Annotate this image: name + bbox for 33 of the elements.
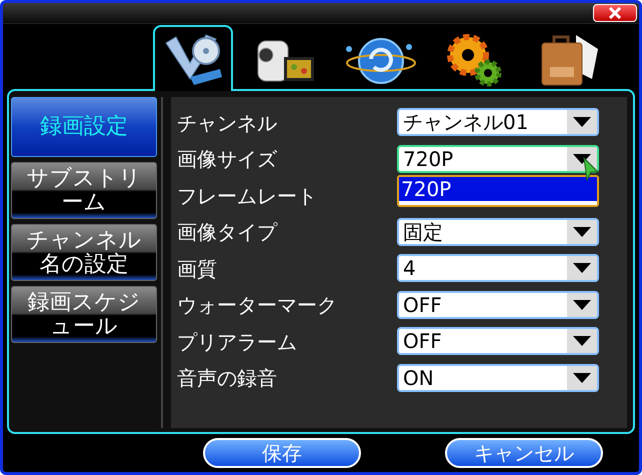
dropdown-field[interactable]: 固定 bbox=[397, 218, 599, 246]
dropdown-field[interactable]: OFF bbox=[397, 290, 599, 319]
setting-label: ウォーターマーク bbox=[177, 292, 337, 320]
dropdown-field[interactable]: チャンネル01 bbox=[397, 108, 599, 136]
menu-tab[interactable] bbox=[153, 25, 233, 91]
setting-label: 画像タイプ bbox=[177, 219, 277, 246]
dropdown-arrow-icon bbox=[573, 117, 591, 128]
setting-label: 音声の録音 bbox=[177, 365, 277, 392]
dropdown-arrow-icon bbox=[573, 154, 591, 164]
dropdown-arrow-icon bbox=[573, 336, 591, 346]
close-button[interactable] bbox=[593, 4, 637, 22]
dropdown-arrow-icon bbox=[573, 372, 591, 383]
dropdown-arrow-icon bbox=[573, 263, 591, 274]
dropdown-field[interactable]: 4 bbox=[397, 254, 599, 282]
setting-label: チャンネル bbox=[177, 110, 277, 137]
dropdown-arrow-icon bbox=[573, 300, 591, 310]
sidebar-item[interactable]: 録画スケジュール bbox=[11, 286, 157, 343]
close-icon bbox=[607, 7, 623, 19]
sidebar-item[interactable]: チャンネル名の設定 bbox=[11, 224, 157, 281]
sidebar-item[interactable]: サブストリーム bbox=[11, 162, 157, 219]
dropdown-field[interactable]: ON bbox=[397, 364, 599, 392]
dropdown-field[interactable]: 720P bbox=[397, 144, 599, 173]
save-button[interactable]: 保存 bbox=[203, 438, 361, 468]
dropdown-arrow-icon bbox=[573, 226, 591, 237]
dropdown-field[interactable]: OFF bbox=[397, 327, 599, 356]
setting-label: 画像サイズ bbox=[177, 146, 277, 174]
setting-label: フレームレート bbox=[177, 182, 317, 210]
cancel-button[interactable]: キャンセル bbox=[445, 438, 603, 468]
sidebar-item[interactable]: 録画設定 bbox=[11, 97, 157, 157]
setting-label: 画質 bbox=[177, 256, 217, 283]
setting-label: プリアラーム bbox=[177, 328, 297, 356]
dropdown-option[interactable]: 720P bbox=[399, 176, 597, 201]
mouse-cursor-icon bbox=[583, 156, 599, 181]
